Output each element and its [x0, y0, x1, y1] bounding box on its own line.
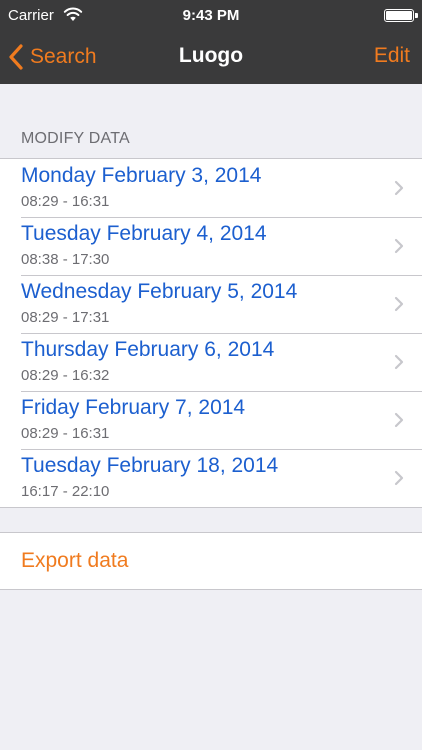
- top-bar: Carrier 9:43 PM Search Luogo Edit: [0, 0, 422, 84]
- list-item[interactable]: Thursday February 6, 2014 08:29 - 16:32: [0, 333, 422, 391]
- status-bar: Carrier 9:43 PM: [0, 0, 422, 30]
- entry-hours: 08:29 - 16:31: [21, 425, 110, 442]
- page-title: Luogo: [178, 44, 244, 67]
- entries-list: Monday February 3, 2014 08:29 - 16:31 Tu…: [0, 158, 422, 508]
- entry-hours: 08:38 - 17:30: [21, 251, 110, 268]
- entry-date: Tuesday February 4, 2014: [21, 222, 267, 245]
- list-item[interactable]: Tuesday February 18, 2014 16:17 - 22:10: [0, 449, 422, 507]
- chevron-right-icon: [394, 354, 404, 370]
- chevron-right-icon: [394, 296, 404, 312]
- section-header: MODIFY DATA: [21, 130, 130, 147]
- chevron-right-icon: [394, 412, 404, 428]
- entry-hours: 16:17 - 22:10: [21, 483, 110, 500]
- export-data-button[interactable]: Export data: [0, 532, 422, 590]
- export-data-label: Export data: [21, 549, 129, 572]
- list-item[interactable]: Monday February 3, 2014 08:29 - 16:31: [0, 159, 422, 217]
- chevron-right-icon: [394, 238, 404, 254]
- battery-icon: [384, 9, 418, 22]
- entry-date: Monday February 3, 2014: [21, 164, 262, 187]
- navigation-bar: Search Luogo Edit: [0, 30, 422, 84]
- edit-button[interactable]: Edit: [374, 44, 410, 68]
- entry-date: Thursday February 6, 2014: [21, 338, 275, 361]
- entry-hours: 08:29 - 16:32: [21, 367, 110, 384]
- entry-date: Friday February 7, 2014: [21, 396, 246, 419]
- list-item[interactable]: Friday February 7, 2014 08:29 - 16:31: [0, 391, 422, 449]
- status-time: 9:43 PM: [182, 7, 240, 24]
- list-item[interactable]: Wednesday February 5, 2014 08:29 - 17:31: [0, 275, 422, 333]
- screen: Carrier 9:43 PM Search Luogo Edit MODIFY…: [0, 0, 422, 750]
- entry-date: Wednesday February 5, 2014: [21, 280, 298, 303]
- entry-hours: 08:29 - 16:31: [21, 193, 110, 210]
- chevron-right-icon: [394, 180, 404, 196]
- entry-hours: 08:29 - 17:31: [21, 309, 110, 326]
- entry-date: Tuesday February 18, 2014: [21, 454, 279, 477]
- list-item[interactable]: Tuesday February 4, 2014 08:38 - 17:30: [0, 217, 422, 275]
- chevron-right-icon: [394, 470, 404, 486]
